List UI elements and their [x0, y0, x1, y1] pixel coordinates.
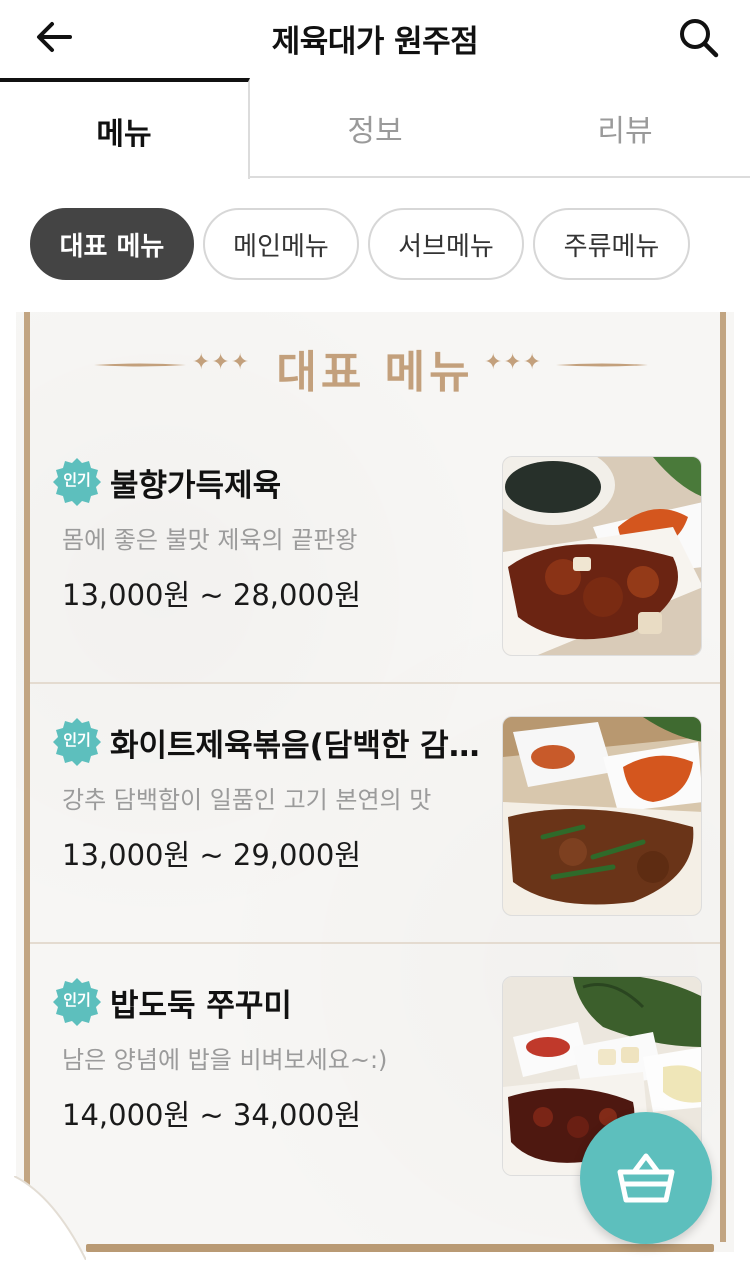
- menu-item-description: 강추 담백함이 일품인 고기 본연의 맛: [62, 786, 432, 814]
- board-frame-right: [720, 312, 726, 1242]
- tab-review[interactable]: 리뷰: [500, 78, 750, 178]
- menu-item-description: 몸에 좋은 불맛 제육의 끝판왕: [62, 526, 358, 554]
- menu-item-name: 밥도둑 쭈꾸미: [110, 988, 292, 1024]
- search-icon: [680, 19, 719, 58]
- menu-item-name: 불향가득제육: [110, 468, 282, 504]
- decorative-line-right: [556, 363, 648, 367]
- menu-item-price: 14,000원 ~ 34,000원: [62, 1098, 362, 1132]
- category-chips: 대표 메뉴 메인메뉴 서브메뉴 주류메뉴: [30, 208, 690, 280]
- menu-item[interactable]: 인기 불향가득제육 몸에 좋은 불맛 제육의 끝판왕 13,000원 ~ 28,…: [30, 424, 720, 684]
- tab-bar: 메뉴 정보 리뷰: [0, 78, 750, 179]
- decorative-diamonds-right: ✦✦✦: [484, 350, 543, 375]
- menu-item-photo: [502, 456, 702, 656]
- spicy-pork-photo-icon: [503, 457, 701, 655]
- badge-label: 인기: [63, 471, 91, 489]
- menu-board: ✦✦✦ 대표 메뉴 ✦✦✦ 인기 불향가득제육 몸에 좋은 불맛 제육의 끝판왕…: [16, 312, 734, 1252]
- page-title: 제육대가 원주점: [271, 24, 479, 60]
- board-title: 대표 메뉴: [276, 347, 474, 398]
- white-pork-photo-icon: [503, 717, 701, 915]
- menu-item-photo: [502, 716, 702, 916]
- chip-main-menu[interactable]: 메인메뉴: [203, 208, 359, 280]
- tab-info[interactable]: 정보: [250, 78, 500, 178]
- menu-item-price: 13,000원 ~ 29,000원: [62, 838, 362, 872]
- menu-item-name: 화이트제육볶음(담백한 감칠맛): [110, 728, 480, 764]
- popular-badge: 인기: [52, 716, 102, 766]
- menu-item-price: 13,000원 ~ 28,000원: [62, 578, 362, 612]
- app-header: 제육대가 원주점: [0, 0, 750, 80]
- tab-menu[interactable]: 메뉴: [0, 78, 250, 179]
- menu-item-description: 남은 양념에 밥을 비벼보세요~:): [62, 1046, 388, 1074]
- search-button[interactable]: [674, 14, 724, 60]
- popular-badge: 인기: [52, 456, 102, 506]
- chip-signature-menu[interactable]: 대표 메뉴: [30, 208, 194, 280]
- board-header: ✦✦✦ 대표 메뉴 ✦✦✦: [16, 334, 734, 398]
- page-curl-decoration: [14, 1176, 86, 1260]
- chip-side-menu[interactable]: 서브메뉴: [368, 208, 524, 280]
- shopping-basket-icon: [617, 1153, 675, 1203]
- menu-item[interactable]: 인기 화이트제육볶음(담백한 감칠맛) 강추 담백함이 일품인 고기 본연의 맛…: [30, 684, 720, 944]
- board-frame-bottom: [86, 1244, 714, 1252]
- cart-button[interactable]: [580, 1112, 712, 1244]
- chip-drinks-menu[interactable]: 주류메뉴: [533, 208, 690, 280]
- popular-badge: 인기: [52, 976, 102, 1026]
- badge-label: 인기: [63, 731, 91, 749]
- badge-label: 인기: [63, 991, 91, 1009]
